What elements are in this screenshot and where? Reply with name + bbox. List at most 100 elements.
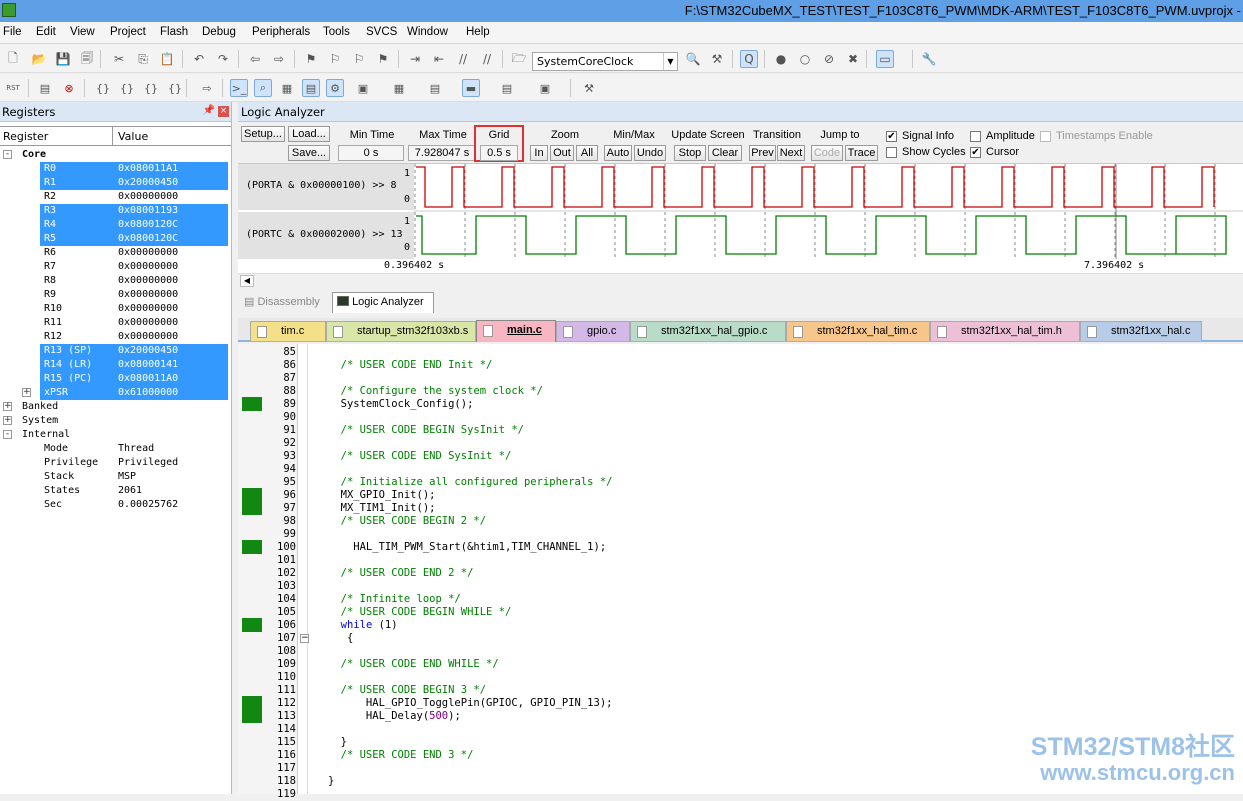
file-tab-gpio-c[interactable]: gpio.c [556,321,630,341]
trace-window-icon[interactable]: ▤ [498,79,516,97]
registers-window-icon[interactable]: ▤ [302,79,320,97]
executed-code-marker[interactable] [242,540,262,554]
tree-core[interactable]: Core [0,148,230,162]
code-line[interactable]: /* USER CODE BEGIN 2 */ [328,515,486,528]
file-tab-stm32f1xx-hal-gpio-c[interactable]: stm32f1xx_hal_gpio.c [630,321,786,341]
code-line[interactable]: HAL_TIM_PWM_Start(&htim1,TIM_CHANNEL_1); [328,541,606,554]
register-value[interactable]: 0x00000000 [118,302,178,316]
register-value[interactable]: MSP [118,470,136,484]
file-tab-main-c[interactable]: main.c [476,320,556,342]
show-next-statement-icon[interactable]: ⇨ [198,79,216,97]
step-over-icon[interactable]: {} [118,79,136,97]
register-value[interactable]: 0x00000000 [118,288,178,302]
new-file-icon[interactable]: 🗋 [4,50,22,68]
menu-flash[interactable]: Flash [160,26,188,38]
symbols-window-icon[interactable]: ▦ [278,79,296,97]
register-value[interactable]: 2061 [118,484,142,498]
disassembly-window-icon[interactable]: ⌕ [254,79,272,97]
code-line[interactable]: /* USER CODE BEGIN 3 */ [328,684,486,697]
menu-project[interactable]: Project [110,26,146,38]
internal-row-mode[interactable]: Mode Thread [0,442,230,456]
zoom-out-button[interactable]: Out [550,145,574,161]
code-line[interactable]: MX_TIM1_Init(); [328,502,436,515]
internal-row-stack[interactable]: Stack MSP [0,470,230,484]
register-row-r9[interactable]: R9 0x00000000 [0,288,230,302]
register-row-r1[interactable]: R1 0x20000450 [0,176,230,190]
breakpoint-disable-icon[interactable]: ⊘ [820,50,838,68]
find-icon[interactable]: 🔍 [684,50,702,68]
auto-button[interactable]: Auto [604,145,632,161]
waveform-scrollbar[interactable]: ◀ [238,273,1243,288]
code-line[interactable]: /* USER CODE BEGIN SysInit */ [328,424,524,437]
executed-code-marker[interactable] [242,618,262,632]
save-icon[interactable]: 💾 [54,50,72,68]
executed-code-marker[interactable] [242,709,262,723]
window-layout-icon[interactable]: ▭ [876,50,894,68]
file-tab-tim-c[interactable]: tim.c [250,321,326,341]
incremental-find-icon[interactable]: ⚒ [708,50,726,68]
internal-row-sec[interactable]: Sec 0.00025762 [0,498,230,512]
register-value[interactable]: 0x00000000 [118,316,178,330]
menu-tools[interactable]: Tools [323,26,350,38]
register-value[interactable]: 0x20000450 [118,344,178,358]
pin-icon[interactable]: 📌 [203,105,215,116]
waveform-area[interactable]: (PORTA & 0x00000100) >> 8 1 0 (PORTC & 0… [238,164,1243,274]
menu-edit[interactable]: Edit [36,26,56,38]
executed-code-marker[interactable] [242,488,262,502]
memory-window-icon[interactable]: ▦ [390,79,408,97]
register-value[interactable]: 0x00000000 [118,260,178,274]
executed-code-marker[interactable] [242,397,262,411]
menu-view[interactable]: View [70,26,95,38]
expand-icon[interactable]: + [22,388,31,397]
register-row-r3[interactable]: R3 0x08001193 [0,204,230,218]
register-value[interactable]: 0x61000000 [118,386,178,400]
register-value[interactable]: 0.00025762 [118,498,178,512]
register-row-xpsr[interactable]: xPSR 0x61000000 [0,386,230,400]
register-row-r8[interactable]: R8 0x00000000 [0,274,230,288]
step-out-icon[interactable]: {} [142,79,160,97]
code-line[interactable]: /* USER CODE END Init */ [328,359,493,372]
tab-logic-analyzer[interactable]: Logic Analyzer [332,292,434,313]
code-line[interactable]: HAL_GPIO_TogglePin(GPIOC, GPIO_PIN_13); [328,697,613,710]
register-row-r11[interactable]: R11 0x00000000 [0,316,230,330]
code-line[interactable]: /* USER CODE BEGIN WHILE */ [328,606,512,619]
register-row-r7[interactable]: R7 0x00000000 [0,260,230,274]
breakpoint-kill-icon[interactable]: ✖ [844,50,862,68]
file-tab-stm32f1xx-hal-tim-c[interactable]: stm32f1xx_hal_tim.c [786,321,930,341]
prev-bookmark-icon[interactable]: ⚐ [326,50,344,68]
run-to-cursor-icon[interactable]: {} [166,79,184,97]
close-icon[interactable]: × [218,106,229,117]
menu-file[interactable]: File [3,26,22,38]
analysis-window-icon[interactable]: ▬ [462,79,480,97]
show-cycles-checkbox[interactable] [886,147,897,158]
register-row-r10[interactable]: R10 0x00000000 [0,302,230,316]
tab-disassembly[interactable]: ▤ Disassembly [240,292,328,313]
register-value[interactable]: 0x08000141 [118,358,178,372]
code-line[interactable]: while (1) [328,619,398,632]
reset-icon[interactable]: RST [4,79,22,97]
code-editor[interactable]: 85 86 87 88 89 90 91 92 93 94 95 96 97 98 99 100 101 102 1… [238,344,1243,800]
column-divider[interactable] [112,127,113,145]
register-value[interactable]: 0x00000000 [118,246,178,260]
cut-icon[interactable]: ✂ [110,50,128,68]
code-line[interactable]: /* Infinite loop */ [328,593,461,606]
menu-peripherals[interactable]: Peripherals [252,26,310,38]
open-file-icon[interactable]: 📂 [30,50,48,68]
clear-bookmarks-icon[interactable]: ⚑ [374,50,392,68]
register-value[interactable]: 0x20000450 [118,176,178,190]
code-line[interactable]: } [328,736,347,749]
col-value[interactable]: Value [118,130,148,143]
stop-debug-icon[interactable]: ⊗ [60,79,78,97]
register-row-r2[interactable]: R2 0x00000000 [0,190,230,204]
zoom-in-button[interactable]: In [530,145,548,161]
register-value[interactable]: 0x0800120C [118,232,178,246]
executed-code-marker[interactable] [242,696,262,710]
file-tab-startup-stm32f103xb-s[interactable]: startup_stm32f103xb.s [326,321,476,341]
code-line[interactable]: /* USER CODE END WHILE */ [328,658,499,671]
code-line[interactable]: /* Initialize all configured peripherals… [328,476,613,489]
register-row-r14[interactable]: R14 (LR) 0x08000141 [0,358,230,372]
paste-icon[interactable]: 📋 [158,50,176,68]
menu-help[interactable]: Help [466,26,490,38]
menu-svcs[interactable]: SVCS [366,26,397,38]
uncomment-icon[interactable]: // [478,50,496,68]
